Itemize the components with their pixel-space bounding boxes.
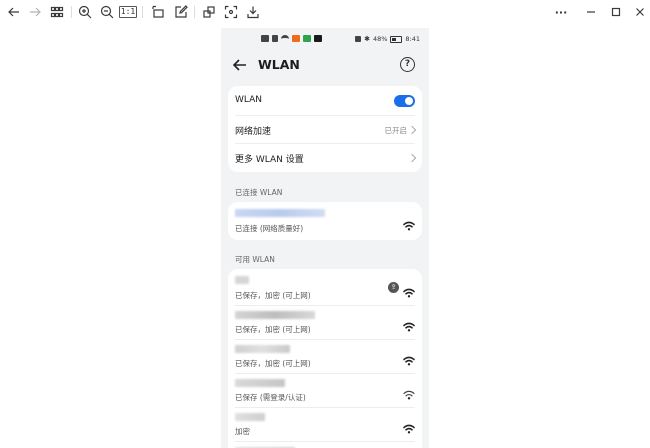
settings-card: WLAN 网络加速 已开启 更多 WLAN 设置: [228, 86, 422, 172]
more-icon[interactable]: ···: [552, 3, 570, 21]
network-acceleration-label: 网络加速: [235, 127, 272, 137]
rotate-icon[interactable]: [149, 3, 167, 21]
network-status: 已保存，加密 (可上网): [235, 359, 311, 368]
available-networks-card: 已保存，加密 (可上网) ⇪ 已保存，加密 (可上网) 已保存，加密 (可上网): [228, 269, 422, 448]
edit-icon[interactable]: [172, 3, 190, 21]
phone-screen: ✱ 48% 8:41 WLAN ? WLAN 网络加速 已开启 更多 WLAN …: [221, 28, 429, 448]
available-section-title: 可用 WLAN: [235, 255, 275, 264]
connected-network-row[interactable]: 已连接 (网络质量好): [228, 202, 422, 240]
back-arrow-icon[interactable]: [5, 3, 23, 21]
maximize-icon[interactable]: [607, 3, 625, 21]
download-icon[interactable]: [244, 3, 262, 21]
network-acceleration-row[interactable]: 网络加速 已开启: [228, 115, 422, 143]
crop-icon[interactable]: [200, 3, 218, 21]
network-row[interactable]: [228, 441, 422, 448]
network-row[interactable]: 已保存，加密 (可上网): [228, 339, 422, 373]
network-ssid-redacted: [235, 345, 290, 353]
help-icon[interactable]: ?: [400, 57, 415, 72]
more-wlan-settings-row[interactable]: 更多 WLAN 设置: [228, 143, 422, 172]
wlan-toggle-row[interactable]: WLAN: [228, 86, 422, 115]
network-ssid-redacted: [235, 209, 325, 217]
page-title: WLAN: [258, 57, 300, 72]
page-header: WLAN ?: [221, 54, 429, 78]
wlan-label: WLAN: [235, 95, 263, 105]
minimize-icon[interactable]: [582, 3, 600, 21]
connected-card: 已连接 (网络质量好): [228, 202, 422, 240]
battery-percent: 48%: [372, 35, 388, 43]
zoom-out-icon[interactable]: [98, 3, 116, 21]
chevron-right-icon: [407, 125, 417, 135]
wifi-status-icon: [281, 35, 289, 42]
network-row[interactable]: 加密: [228, 407, 422, 441]
status-bar: ✱ 48% 8:41: [221, 28, 429, 50]
grid-icon[interactable]: [48, 3, 66, 21]
network-acceleration-value: 已开启: [384, 126, 408, 135]
wifi-signal-icon: [403, 283, 415, 298]
wifi-signal-icon: [403, 419, 415, 434]
share-icon[interactable]: ⇪: [388, 282, 399, 293]
more-wlan-settings-label: 更多 WLAN 设置: [235, 155, 304, 165]
actual-size-label: 1:1: [118, 6, 138, 18]
close-icon[interactable]: [631, 3, 649, 21]
chevron-right-icon: [407, 153, 417, 163]
wifi-signal-icon: [403, 385, 415, 400]
network-status: 已连接 (网络质量好): [235, 224, 304, 233]
viewer-toolbar: 1:1 ···: [0, 0, 650, 24]
wifi-signal-icon: [403, 216, 415, 231]
actual-size-icon[interactable]: 1:1: [118, 3, 138, 21]
network-ssid-redacted: [235, 379, 285, 387]
network-status: 已保存，加密 (可上网): [235, 325, 311, 334]
battery-icon: [390, 35, 403, 43]
bluetooth-icon: ✱: [364, 35, 370, 43]
wechat-icon: [303, 35, 311, 42]
qr-icon: [261, 35, 269, 42]
network-status: 已保存，加密 (可上网): [235, 291, 311, 300]
app-icon: [314, 35, 322, 42]
network-ssid-redacted: [235, 413, 265, 421]
back-arrow-icon[interactable]: [232, 57, 248, 73]
nfc-icon: [355, 36, 362, 42]
network-status: 加密: [235, 427, 250, 436]
network-row[interactable]: 已保存，加密 (可上网): [228, 305, 422, 339]
network-row[interactable]: 已保存 (需登录/认证): [228, 373, 422, 407]
status-time: 8:41: [405, 35, 420, 43]
zoom-in-icon[interactable]: [76, 3, 94, 21]
connected-section-title: 已连接 WLAN: [235, 188, 283, 197]
app-notification-icon: [292, 35, 300, 42]
network-ssid-redacted: [235, 276, 249, 284]
status-icons-left: [261, 35, 322, 42]
fullscreen-icon[interactable]: [222, 3, 240, 21]
wifi-signal-icon: [403, 317, 415, 332]
wlan-switch[interactable]: [394, 95, 415, 107]
network-status: 已保存 (需登录/认证): [235, 393, 306, 402]
status-icons-right: ✱ 48% 8:41: [355, 35, 420, 43]
forward-arrow-icon[interactable]: [26, 3, 44, 21]
network-row[interactable]: 已保存，加密 (可上网) ⇪: [228, 269, 422, 305]
wifi-signal-icon: [403, 351, 415, 366]
network-ssid-redacted: [235, 311, 315, 319]
signal-icon: [272, 35, 278, 42]
